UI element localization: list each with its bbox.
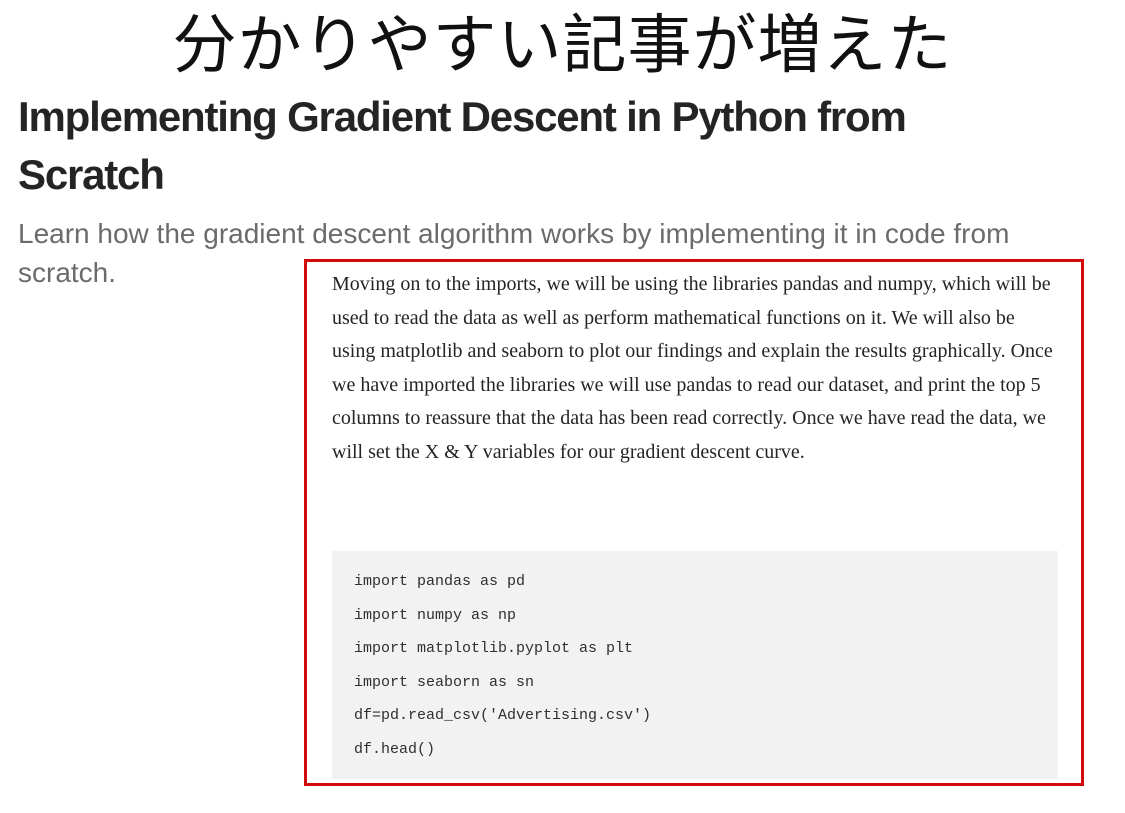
- article-paragraph: Moving on to the imports, we will be usi…: [332, 273, 1053, 463]
- code-block: import pandas as pd import numpy as np i…: [332, 551, 1058, 779]
- highlight-box: Moving on to the imports, we will be usi…: [304, 259, 1084, 786]
- article-title: Implementing Gradient Descent in Python …: [18, 93, 907, 198]
- code-line: df.head(): [354, 740, 436, 758]
- code-line: import seaborn as sn: [354, 673, 535, 691]
- code-line: df=pd.read_csv('Advertising.csv'): [354, 707, 652, 724]
- code-line: import pandas as pd: [354, 573, 526, 590]
- code-line: import numpy as np: [354, 606, 517, 624]
- banner-caption: 分かりやすい記事が増えた: [172, 9, 953, 83]
- code-line: import matplotlib.pyplot as plt: [354, 640, 634, 657]
